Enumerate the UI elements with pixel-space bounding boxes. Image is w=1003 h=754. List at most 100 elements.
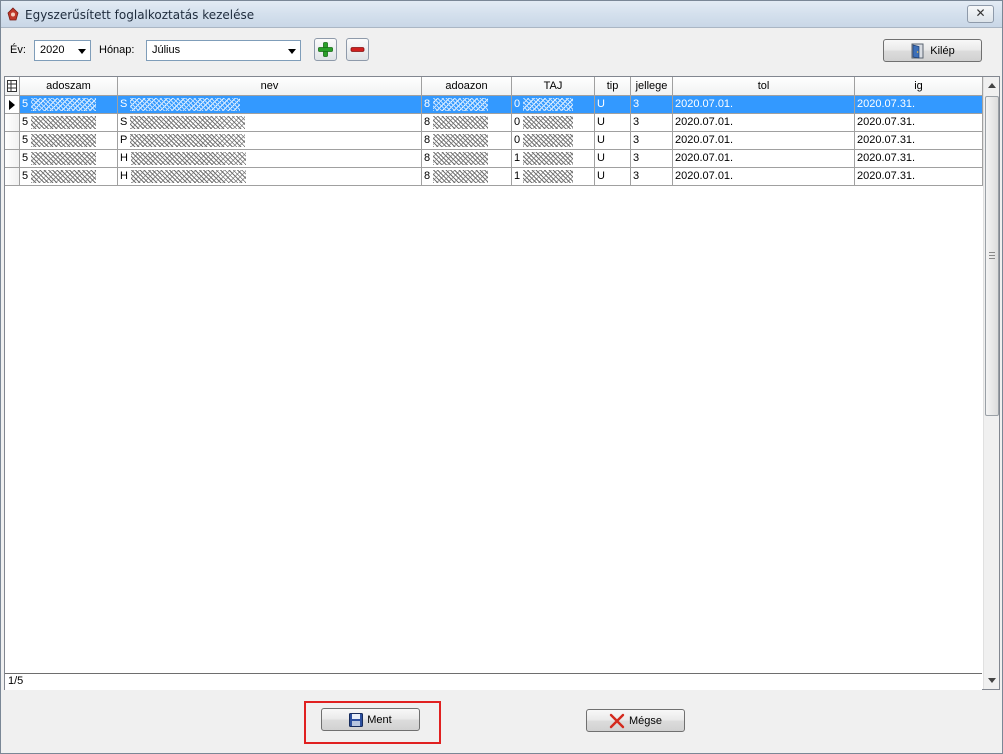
grid-vertical-scrollbar[interactable] [983, 77, 999, 689]
row-indicator [5, 114, 20, 132]
grid-corner-selector[interactable] [5, 77, 20, 96]
grip-icon [989, 252, 995, 259]
current-row-arrow-icon [9, 100, 15, 110]
window-title: Egyszerűsített foglalkoztatás kezelése [25, 8, 255, 22]
cell-taj[interactable]: 0 [512, 96, 595, 114]
cell-taj[interactable]: 0 [512, 114, 595, 132]
remove-row-button[interactable] [346, 38, 369, 61]
cell-jellege[interactable]: 3 [631, 132, 673, 150]
door-exit-icon [911, 43, 924, 58]
row-indicator [5, 132, 20, 150]
cell-jellege[interactable]: 3 [631, 168, 673, 186]
cell-adoszam[interactable]: 5 [20, 114, 118, 132]
cell-tip[interactable]: U [595, 96, 631, 114]
column-header-tol[interactable]: tol [673, 77, 855, 96]
cell-nev[interactable]: S [118, 114, 422, 132]
year-select-value: 2020 [40, 44, 65, 56]
minus-icon [350, 47, 365, 52]
app-logo-icon [7, 7, 19, 21]
close-icon: ✕ [975, 6, 986, 20]
cell-nev[interactable]: H [118, 150, 422, 168]
redacted-mask [31, 133, 97, 147]
cell-ig[interactable]: 2020.07.31. [855, 168, 983, 186]
scroll-up-icon[interactable] [988, 83, 996, 88]
cancel-button-label: Mégse [628, 714, 663, 727]
chevron-down-icon [74, 41, 90, 60]
cell-tip[interactable]: U [595, 114, 631, 132]
cell-adoszam[interactable]: 5 [20, 132, 118, 150]
highlight-annotation [304, 701, 441, 744]
cell-adoazon[interactable]: 8 [422, 114, 512, 132]
month-select[interactable]: Július [146, 40, 301, 61]
cell-jellege[interactable]: 3 [631, 150, 673, 168]
title-bar: Egyszerűsített foglalkoztatás kezelése ✕ [1, 1, 1002, 28]
cell-nev[interactable]: H [118, 168, 422, 186]
cancel-button[interactable]: Mégse [586, 709, 685, 732]
scrollbar-thumb[interactable] [985, 96, 999, 416]
cell-jellege[interactable]: 3 [631, 114, 673, 132]
window-close-button[interactable]: ✕ [967, 5, 994, 23]
redacted-mask [433, 169, 489, 183]
redacted-mask [31, 115, 97, 129]
month-select-value: Július [152, 44, 181, 56]
cell-tol[interactable]: 2020.07.01. [673, 150, 855, 168]
cell-tol[interactable]: 2020.07.01. [673, 168, 855, 186]
cell-tip[interactable]: U [595, 132, 631, 150]
cell-tol[interactable]: 2020.07.01. [673, 132, 855, 150]
cell-adoazon[interactable]: 8 [422, 150, 512, 168]
column-header-adoazon[interactable]: adoazon [422, 77, 512, 96]
redacted-mask [31, 97, 97, 111]
scroll-down-icon[interactable] [988, 678, 996, 683]
redacted-mask [433, 97, 489, 111]
column-header-tip[interactable]: tip [595, 77, 631, 96]
record-counter-bar: 1/5 [5, 673, 982, 690]
redacted-mask [523, 97, 574, 111]
plus-icon [318, 42, 333, 57]
redacted-mask [433, 133, 489, 147]
redacted-mask [31, 151, 97, 165]
add-row-button[interactable] [314, 38, 337, 61]
year-select[interactable]: 2020 [34, 40, 91, 61]
cell-tol[interactable]: 2020.07.01. [673, 114, 855, 132]
cell-adoszam[interactable]: 5 [20, 168, 118, 186]
redacted-mask [523, 169, 574, 183]
cell-ig[interactable]: 2020.07.31. [855, 150, 983, 168]
cell-adoazon[interactable]: 8 [422, 96, 512, 114]
cell-adoazon[interactable]: 8 [422, 168, 512, 186]
column-header-taj[interactable]: TAJ [512, 77, 595, 96]
cell-taj[interactable]: 1 [512, 168, 595, 186]
grid-options-icon [7, 80, 17, 92]
column-header-adoszam[interactable]: adoszam [20, 77, 118, 96]
cell-nev[interactable]: S [118, 96, 422, 114]
cell-ig[interactable]: 2020.07.31. [855, 132, 983, 150]
cell-adoazon[interactable]: 8 [422, 132, 512, 150]
redacted-mask [523, 151, 574, 165]
row-indicator [5, 96, 20, 114]
exit-button-label: Kilép [930, 44, 955, 57]
redacted-mask [130, 151, 246, 165]
exit-button[interactable]: Kilép [883, 39, 982, 62]
row-indicator [5, 150, 20, 168]
data-grid: adoszam nev adoazon TAJ tip jellege tol … [4, 76, 1000, 690]
redacted-mask [130, 169, 246, 183]
column-header-nev[interactable]: nev [118, 77, 422, 96]
cell-taj[interactable]: 1 [512, 150, 595, 168]
cell-adoszam[interactable]: 5 [20, 150, 118, 168]
cell-jellege[interactable]: 3 [631, 96, 673, 114]
redacted-mask [523, 115, 574, 129]
redacted-mask [130, 97, 241, 111]
month-label: Hónap: [99, 44, 135, 56]
cell-ig[interactable]: 2020.07.31. [855, 114, 983, 132]
cell-taj[interactable]: 0 [512, 132, 595, 150]
cell-nev[interactable]: P [118, 132, 422, 150]
column-header-jellege[interactable]: jellege [631, 77, 673, 96]
cell-tip[interactable]: U [595, 168, 631, 186]
row-indicator [5, 168, 20, 186]
app-window: Egyszerűsített foglalkoztatás kezelése ✕… [0, 0, 1003, 754]
cell-tip[interactable]: U [595, 150, 631, 168]
column-header-ig[interactable]: ig [855, 77, 983, 96]
cell-tol[interactable]: 2020.07.01. [673, 96, 855, 114]
cell-adoszam[interactable]: 5 [20, 96, 118, 114]
cell-ig[interactable]: 2020.07.31. [855, 96, 983, 114]
redacted-mask [523, 133, 574, 147]
